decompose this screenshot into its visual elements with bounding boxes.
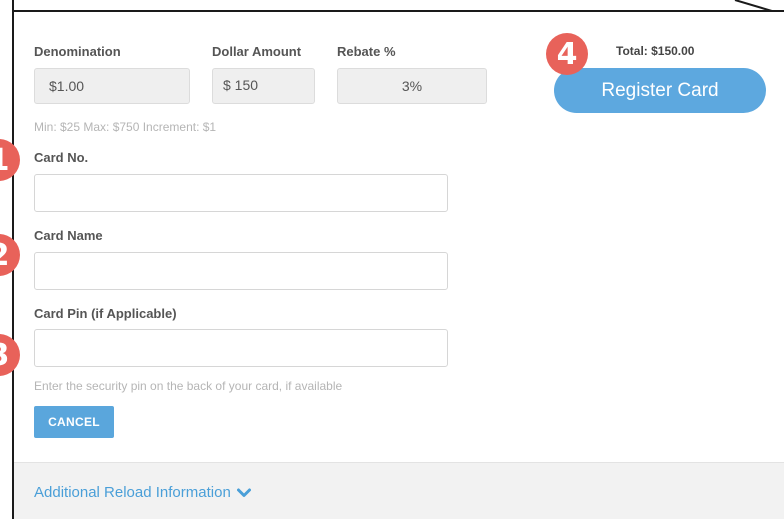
card-pin-hint: Enter the security pin on the back of yo… [34, 379, 343, 393]
card-name-input[interactable] [34, 252, 448, 290]
dollar-amount-label: Dollar Amount [212, 44, 302, 59]
denomination-label: Denomination [34, 44, 121, 59]
card-pin-label: Card Pin (if Applicable) [34, 306, 177, 321]
dollar-amount-value: $ 150 [223, 77, 259, 93]
card-pin-input[interactable] [34, 329, 448, 367]
rebate-field: 3% [337, 68, 487, 104]
card-no-label: Card No. [34, 150, 89, 165]
additional-reload-info-toggle[interactable]: Additional Reload Information [34, 484, 251, 501]
denomination-field: $1.00 [34, 68, 190, 104]
cancel-button[interactable]: CANCEL [34, 406, 114, 438]
dollar-amount-field[interactable]: $ 150 [212, 68, 315, 104]
chevron-down-icon [236, 488, 251, 497]
additional-reload-info-label: Additional Reload Information [34, 484, 231, 501]
rebate-value: 3% [401, 78, 423, 94]
step-badge-4: 4 [546, 33, 588, 75]
total-amount: Total: $150.00 [616, 44, 695, 58]
card-name-label: Card Name [34, 228, 103, 243]
card-no-input[interactable] [34, 174, 448, 212]
additional-info-section: Additional Reload Information [14, 462, 784, 519]
register-card-button[interactable]: Register Card [554, 68, 766, 113]
denomination-value: $1.00 [49, 78, 85, 94]
rebate-label: Rebate % [337, 44, 396, 59]
amount-range-hint: Min: $25 Max: $750 Increment: $1 [34, 120, 217, 134]
